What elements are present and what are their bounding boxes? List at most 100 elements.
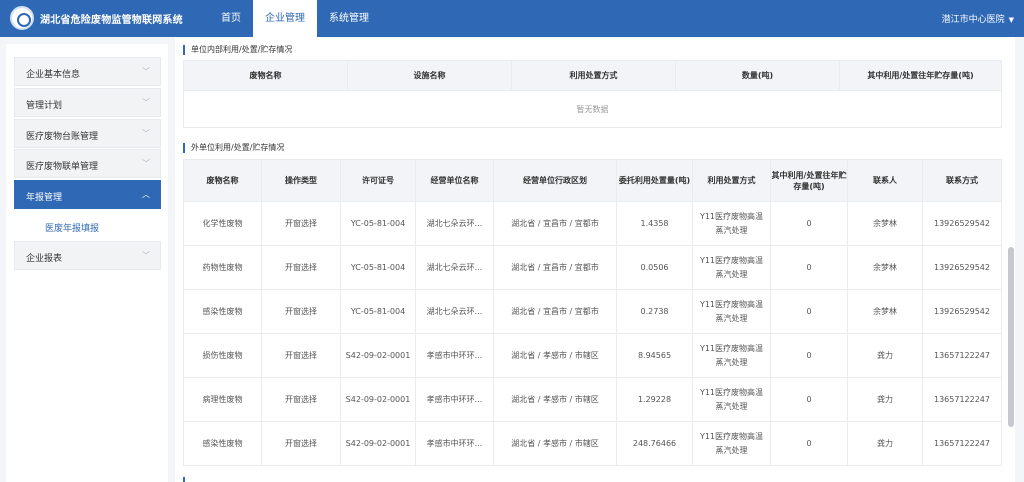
table-row: 感染性废物 开窗选择 YC-05-81-004 湖北七朵云环... 湖北省 / 宜昌市 … [183, 289, 1002, 334]
cell-contact-phone: 13657122247 [922, 377, 1002, 422]
table-row: 化学性废物 开窗选择 YC-05-81-004 湖北七朵云环... 湖北省 / 宜昌市 … [183, 201, 1002, 246]
sidebar-item-ledger[interactable]: 医疗废物台账管理 ﹀ [14, 119, 161, 148]
cell-region: 湖北省 / 孝感市 / 市辖区 [493, 377, 617, 422]
column-header: 经营单位名称 [415, 159, 494, 202]
sidebar-item-label: 医疗废物联单管理 [26, 162, 99, 172]
table-row: 病理性废物 开窗选择 S42-09-02-0001 孝感市中环环... 湖北省 / 孝感… [183, 377, 1002, 422]
nav-enterprise-management[interactable]: 企业管理 [253, 0, 317, 37]
cell-license-number: S42-09-02-0001 [340, 377, 416, 422]
external-table: 废物名称 操作类型 许可证号 经营单位名称 经营单位行政区划 委托利用处置量(吨… [183, 159, 1002, 466]
section-title-internal: 单位内部利用/处置/贮存情况 [183, 45, 292, 55]
cell-company-name: 湖北七朵云环... [415, 289, 494, 334]
cell-contact-person: 龚力 [847, 421, 923, 466]
cell-operation-type[interactable]: 开窗选择 [261, 377, 341, 422]
cell-operation-type[interactable]: 开窗选择 [261, 289, 341, 334]
cell-prior-storage: 0 [770, 289, 848, 334]
cell-waste-name: 感染性废物 [183, 421, 262, 466]
cell-license-number: S42-09-02-0001 [340, 421, 416, 466]
column-header: 经营单位行政区划 [493, 159, 617, 202]
cell-operation-type[interactable]: 开窗选择 [261, 333, 341, 378]
app-title: 湖北省危险废物监管物联网系统 [40, 15, 183, 26]
cell-license-number: YC-05-81-004 [340, 245, 416, 290]
sidebar-item-manifest[interactable]: 医疗废物联单管理 ﹀ [14, 149, 161, 178]
cell-quantity: 8.94565 [616, 333, 693, 378]
chevron-down-icon: ﹀ [142, 67, 150, 76]
column-header: 委托利用处置量(吨) [616, 159, 693, 202]
cell-waste-name: 病理性废物 [183, 377, 262, 422]
table-row: 感染性废物 开窗选择 S42-09-02-0001 孝感市中环环... 湖北省 / 孝感… [183, 421, 1002, 466]
cell-region: 湖北省 / 孝感市 / 市辖区 [493, 421, 617, 466]
chevron-down-icon: ﹀ [142, 251, 150, 260]
sidebar-item-label: 企业报表 [26, 254, 63, 264]
cell-contact-person: 余梦林 [847, 201, 923, 246]
top-header: 湖北省危险废物监管物联网系统 首页 企业管理 系统管理 潜江市中心医院 ▼ [0, 0, 1024, 37]
empty-text: 暂无数据 [183, 90, 1002, 128]
cell-contact-person: 龚力 [847, 377, 923, 422]
sidebar-item-basic-info[interactable]: 企业基本信息 ﹀ [14, 57, 161, 86]
sidebar-item-label: 企业基本信息 [26, 70, 81, 80]
table-header-row: 废物名称 设施名称 利用处置方式 数量(吨) 其中利用/处置往年贮存量(吨) [183, 60, 1002, 91]
cell-quantity: 0.2738 [616, 289, 693, 334]
cell-quantity: 1.29228 [616, 377, 693, 422]
cell-disposal-method: Y11医疗废物高温蒸汽处理 [692, 333, 771, 378]
column-header: 利用处置方式 [511, 60, 676, 91]
sidebar-item-label: 年报管理 [26, 193, 63, 203]
cell-disposal-method: Y11医疗废物高温蒸汽处理 [692, 421, 771, 466]
cell-disposal-method: Y11医疗废物高温蒸汽处理 [692, 289, 771, 334]
empty-row: 暂无数据 [183, 90, 1002, 128]
cell-region: 湖北省 / 宜昌市 / 宜都市 [493, 289, 617, 334]
column-header: 利用处置方式 [692, 159, 771, 202]
cell-quantity: 0.0506 [616, 245, 693, 290]
cell-operation-type[interactable]: 开窗选择 [261, 245, 341, 290]
nav-home[interactable]: 首页 [209, 0, 253, 37]
cell-waste-name: 损伤性废物 [183, 333, 262, 378]
table-row: 损伤性废物 开窗选择 S42-09-02-0001 孝感市中环环... 湖北省 / 孝感… [183, 333, 1002, 378]
column-header: 其中利用/处置往年贮存量(吨) [839, 60, 1002, 91]
main-content: 单位内部利用/处置/贮存情况 废物名称 设施名称 利用处置方式 数量(吨) 其中… [175, 37, 1015, 482]
cell-waste-name: 化学性废物 [183, 201, 262, 246]
cell-prior-storage: 0 [770, 245, 848, 290]
column-header: 其中利用/处置往年贮存量(吨) [770, 159, 848, 202]
cell-disposal-method: Y11医疗废物高温蒸汽处理 [692, 377, 771, 422]
cell-operation-type[interactable]: 开窗选择 [261, 421, 341, 466]
cell-license-number: YC-05-81-004 [340, 289, 416, 334]
cell-operation-type[interactable]: 开窗选择 [261, 201, 341, 246]
table-row: 药物性废物 开窗选择 YC-05-81-004 湖北七朵云环... 湖北省 / 宜昌市 … [183, 245, 1002, 290]
cell-company-name: 孝感市中环环... [415, 377, 494, 422]
cell-contact-phone: 13657122247 [922, 421, 1002, 466]
sidebar-item-label: 管理计划 [26, 101, 63, 111]
sidebar-item-label: 医疗废物台账管理 [26, 132, 99, 142]
cell-quantity: 1.4358 [616, 201, 693, 246]
nav-system-management[interactable]: 系统管理 [317, 0, 381, 37]
sidebar-subitem-annual-report-fill[interactable]: 医废年报填报 [45, 221, 99, 234]
user-menu[interactable]: 潜江市中心医院 ▼ [942, 12, 1014, 25]
main-nav: 首页 企业管理 系统管理 [209, 0, 381, 37]
internal-table: 废物名称 设施名称 利用处置方式 数量(吨) 其中利用/处置往年贮存量(吨) 暂… [183, 60, 1002, 128]
sidebar-item-management-plan[interactable]: 管理计划 ﹀ [14, 88, 161, 117]
column-header: 联系人 [847, 159, 923, 202]
cell-company-name: 湖北七朵云环... [415, 201, 494, 246]
column-header: 设施名称 [347, 60, 512, 91]
column-header: 废物名称 [183, 60, 348, 91]
cell-region: 湖北省 / 宜昌市 / 宜都市 [493, 201, 617, 246]
caret-down-icon: ▼ [1008, 16, 1014, 24]
cell-region: 湖北省 / 宜昌市 / 宜都市 [493, 245, 617, 290]
column-header: 操作类型 [261, 159, 341, 202]
scrollbar[interactable] [1008, 247, 1014, 427]
user-name: 潜江市中心医院 [941, 15, 1005, 25]
sidebar-item-annual-report[interactable]: 年报管理 ︿ [14, 180, 161, 209]
chevron-down-icon: ﹀ [142, 129, 150, 138]
cell-contact-person: 余梦林 [847, 245, 923, 290]
cell-disposal-method: Y11医疗废物高温蒸汽处理 [692, 245, 771, 290]
cell-contact-person: 余梦林 [847, 289, 923, 334]
cell-quantity: 248.76466 [616, 421, 693, 466]
cell-prior-storage: 0 [770, 333, 848, 378]
cell-disposal-method: Y11医疗废物高温蒸汽处理 [692, 201, 771, 246]
cell-waste-name: 药物性废物 [183, 245, 262, 290]
chevron-down-icon: ﹀ [142, 98, 150, 107]
cell-contact-phone: 13926529542 [922, 245, 1002, 290]
sidebar: 企业基本信息 ﹀ 管理计划 ﹀ 医疗废物台账管理 ﹀ 医疗废物联单管理 ﹀ 年报… [6, 44, 168, 482]
cell-contact-phone: 13657122247 [922, 333, 1002, 378]
sidebar-item-enterprise-report[interactable]: 企业报表 ﹀ [14, 241, 161, 270]
cell-company-name: 孝感市中环环... [415, 333, 494, 378]
